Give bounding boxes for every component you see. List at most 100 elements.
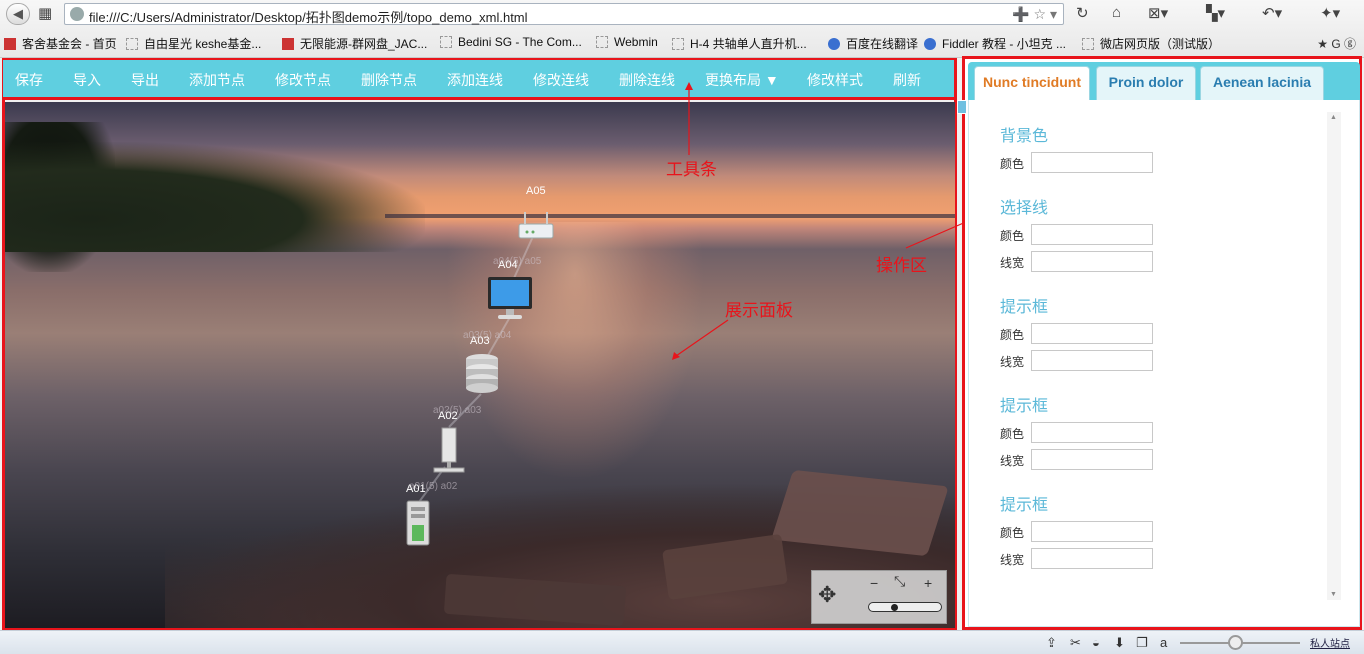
change-layout-dropdown[interactable]: 更换布局 ▼ [705, 70, 779, 90]
section-title-tooltip: 提示框 [1000, 299, 1049, 316]
delete-node-button[interactable]: 删除节点 [361, 70, 417, 90]
bookmark-item[interactable]: 微店网页版（测试版） [1082, 35, 1220, 52]
bookmark-icon [440, 36, 452, 48]
section-title-tooltip: 提示框 [1000, 398, 1049, 415]
save-button[interactable]: 保存 [15, 70, 43, 90]
tab-aenean-lacinia[interactable]: Aenean lacinia [1200, 66, 1324, 100]
server-tower-icon[interactable] [432, 426, 466, 474]
export-button[interactable]: 导出 [131, 70, 159, 90]
bookmark-item[interactable]: H-4 共轴单人直升机... [672, 35, 807, 52]
url-text: file:///C:/Users/Administrator/Desktop/拓… [89, 10, 528, 25]
bookmark-star-icon[interactable]: ➕ ☆ ▾ [1012, 6, 1057, 23]
bookmark-item[interactable]: 百度在线翻译 [828, 35, 918, 52]
mask-icon[interactable]: ◒ [1092, 635, 1100, 650]
collapse-handle-icon[interactable] [957, 100, 967, 114]
browser-status-bar: ⇪ ✂ ◒ ⬇ ❐ a 私人站点 [0, 630, 1364, 654]
monitor-icon[interactable] [486, 275, 534, 321]
panel-tabbar: Nunc tincidunt Proin dolor Aenean lacini… [968, 62, 1360, 100]
home-icon[interactable]: ⌂ [1112, 4, 1121, 21]
add-node-button[interactable]: 添加节点 [189, 70, 245, 90]
reload-icon[interactable]: ↻ [1076, 4, 1089, 22]
panel-body [968, 100, 1360, 627]
back-button[interactable]: ◀ [6, 3, 30, 25]
zoom-navigator: ✥ − ⤡ + [811, 570, 947, 624]
node-label: A01 [406, 483, 426, 495]
window-icon[interactable]: ❐ [1136, 635, 1148, 651]
bookmarks-bar: 客舍基金会 - 首页 自由星光 keshe基金... 无限能源-群网盘_JAC.… [0, 32, 1364, 54]
field-label-color: 颜色 [1000, 328, 1025, 342]
field-label-color: 颜色 [1000, 427, 1025, 441]
tab-proin-dolor[interactable]: Proin dolor [1096, 66, 1196, 100]
screenshot-icon[interactable]: ⊠▾ [1148, 4, 1168, 22]
node-label: A05 [526, 185, 546, 197]
router-icon[interactable] [517, 210, 555, 242]
tooltip-color-input[interactable] [1031, 422, 1153, 443]
bookmark-item[interactable]: 自由星光 keshe基金... [126, 35, 261, 52]
bookmark-icon [1082, 38, 1094, 50]
bookmark-item[interactable]: Fiddler 教程 - 小坦克 ... [924, 35, 1066, 52]
tooltip-width-input[interactable] [1031, 548, 1153, 569]
node-label: A02 [438, 410, 458, 422]
field-label-width: 线宽 [1000, 454, 1025, 468]
apps-icon[interactable]: ▚▾ [1206, 4, 1225, 22]
field-label-width: 线宽 [1000, 355, 1025, 369]
bookmark-item[interactable]: 客舍基金会 - 首页 [4, 35, 117, 52]
bookmark-icon [4, 38, 16, 50]
address-bar[interactable]: file:///C:/Users/Administrator/Desktop/拓… [64, 3, 1064, 25]
bookmark-icon [924, 38, 936, 50]
bookmark-icon [672, 38, 684, 50]
undo-icon[interactable]: ↶▾ [1262, 4, 1282, 22]
field-label-color: 颜色 [1000, 157, 1025, 171]
bookmark-item[interactable]: Webmin [596, 35, 658, 49]
panel-scrollbar[interactable] [1327, 112, 1341, 600]
fit-expand-icon[interactable]: ⤡ [894, 573, 905, 590]
tools-icon[interactable]: ✂ [1070, 635, 1081, 651]
annotation-panel-label: 操作区 [876, 256, 927, 275]
topology-canvas[interactable]: a04(5) a05 a03(5) a04 a02(5) a03 a01(5) … [5, 102, 955, 628]
bookmark-icon [596, 36, 608, 48]
tab-nunc-tincidunt[interactable]: Nunc tincidunt [974, 66, 1090, 100]
tooltip-width-input[interactable] [1031, 449, 1153, 470]
zoom-in-button[interactable]: + [924, 575, 932, 591]
pan-hand-icon[interactable]: ✥ [818, 575, 836, 615]
delete-link-button[interactable]: 删除连线 [619, 70, 675, 90]
node-label: A03 [470, 335, 490, 347]
zoom-slider[interactable] [868, 602, 942, 612]
field-label-color: 颜色 [1000, 229, 1025, 243]
tooltip-width-input[interactable] [1031, 350, 1153, 371]
bookmark-item[interactable]: 无限能源-群网盘_JAC... [282, 35, 427, 52]
background-color-input[interactable] [1031, 152, 1153, 173]
toolbar: 保存 导入 导出 添加节点 修改节点 删除节点 添加连线 修改连线 删除连线 更… [3, 60, 954, 100]
section-title-background: 背景色 [1000, 128, 1049, 145]
database-icon[interactable] [463, 352, 501, 394]
private-site-link[interactable]: 私人站点 [1310, 635, 1350, 650]
edit-style-button[interactable]: 修改样式 [807, 70, 863, 90]
share-icon[interactable]: ⇪ [1046, 635, 1057, 651]
refresh-button[interactable]: 刷新 [893, 70, 921, 90]
import-button[interactable]: 导入 [73, 70, 101, 90]
bookmark-icon [126, 38, 138, 50]
field-label-width: 线宽 [1000, 256, 1025, 270]
page-zoom-knob[interactable] [1228, 635, 1243, 650]
globe-icon [70, 7, 84, 21]
bookmark-icon [282, 38, 294, 50]
browser-chrome: ◀ ▦ file:///C:/Users/Administrator/Deskt… [0, 0, 1364, 58]
tooltip-color-input[interactable] [1031, 521, 1153, 542]
text-size-icon[interactable]: a [1160, 635, 1167, 650]
field-label-color: 颜色 [1000, 526, 1025, 540]
edit-node-button[interactable]: 修改节点 [275, 70, 331, 90]
bookmark-item[interactable]: Bedini SG - The Com... [440, 35, 582, 49]
pc-tower-icon[interactable] [402, 499, 434, 547]
add-link-button[interactable]: 添加连线 [447, 70, 503, 90]
tooltip-color-input[interactable] [1031, 323, 1153, 344]
node-label: A04 [498, 259, 518, 271]
selection-line-color-input[interactable] [1031, 224, 1153, 245]
bookmark-tools-icons[interactable]: ★ G ⓖ [1317, 35, 1356, 52]
page-menu-icon[interactable]: ▦ [38, 4, 52, 22]
edit-link-button[interactable]: 修改连线 [533, 70, 589, 90]
zoom-out-button[interactable]: − [870, 575, 878, 591]
download-icon[interactable]: ⬇ [1114, 635, 1125, 651]
navigation-row: ◀ ▦ file:///C:/Users/Administrator/Deskt… [0, 0, 1364, 28]
extension-icon[interactable]: ✦▾ [1320, 4, 1340, 22]
selection-line-width-input[interactable] [1031, 251, 1153, 272]
